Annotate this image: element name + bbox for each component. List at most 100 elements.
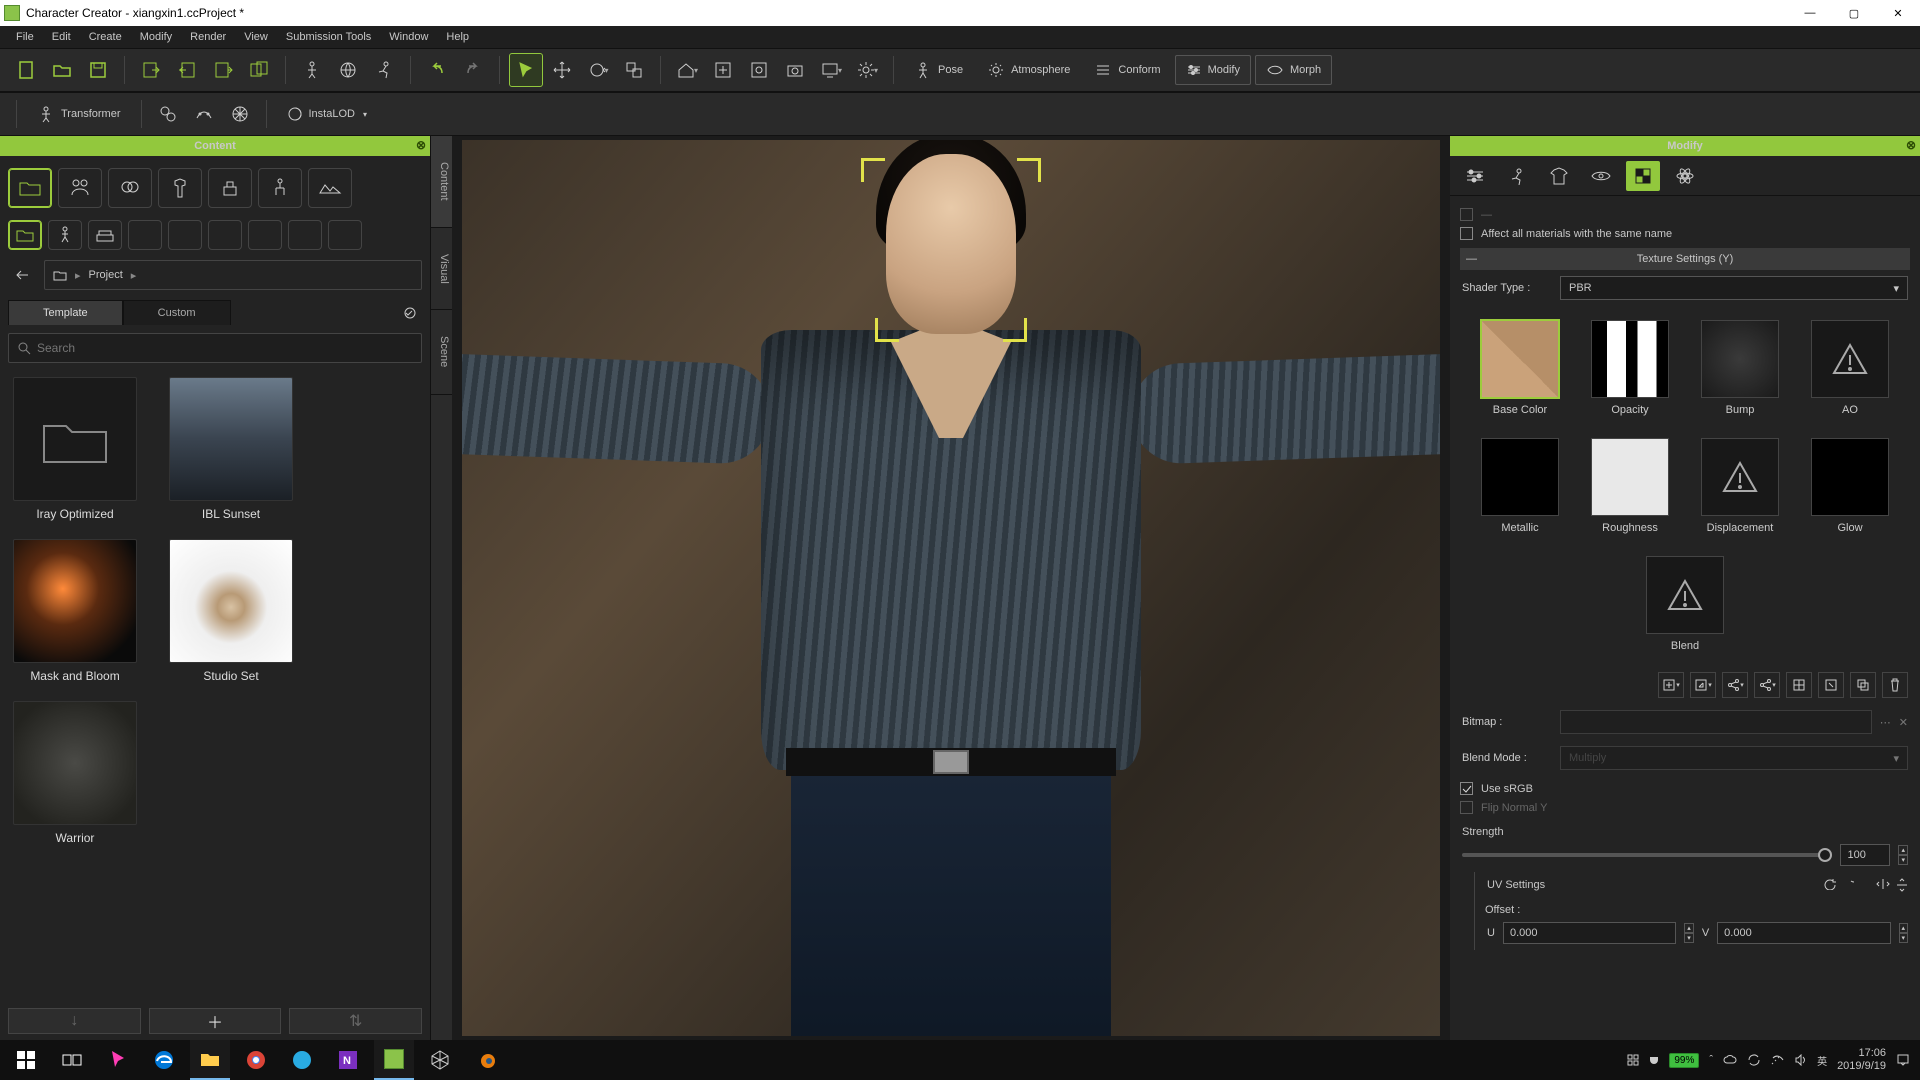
camera-button[interactable]	[779, 54, 811, 86]
list-item[interactable]: Mask and Bloom	[10, 539, 140, 683]
strength-value[interactable]: 100	[1840, 844, 1890, 866]
tex-export-icon[interactable]: ▾	[1690, 672, 1716, 698]
sub-empty5[interactable]	[288, 220, 322, 250]
tray-wifi-icon[interactable]	[1771, 1054, 1785, 1066]
tray-ime-icon[interactable]: 英	[1817, 1053, 1827, 1068]
tray-sync-icon[interactable]	[1747, 1054, 1761, 1066]
tex-ao[interactable]	[1811, 320, 1889, 398]
maximize-button[interactable]: ▢	[1832, 0, 1876, 26]
save-file-button[interactable]	[82, 54, 114, 86]
search-input[interactable]	[37, 341, 413, 355]
foot-down-icon[interactable]: ↓	[8, 1008, 141, 1034]
mtab-motion-icon[interactable]	[1500, 161, 1534, 191]
system-tray[interactable]: 99% ˆ 英 17:06 2019/9/19	[1627, 1047, 1914, 1073]
mesh-icon[interactable]	[224, 98, 256, 130]
list-item[interactable]: IBL Sunset	[166, 377, 296, 521]
menu-modify[interactable]: Modify	[132, 28, 180, 46]
open-file-button[interactable]	[46, 54, 78, 86]
rotate-tool[interactable]: ▾	[582, 54, 614, 86]
tray-cloud-icon[interactable]	[1723, 1054, 1737, 1066]
menu-view[interactable]: View	[236, 28, 276, 46]
cat-scene-icon[interactable]	[308, 168, 352, 208]
chk-srgb[interactable]: Use sRGB	[1460, 782, 1910, 795]
tex-glow[interactable]	[1811, 438, 1889, 516]
unity-icon[interactable]	[420, 1040, 460, 1080]
tex-adjust-icon[interactable]	[1818, 672, 1844, 698]
menu-file[interactable]: File	[8, 28, 42, 46]
onenote-icon[interactable]: N	[328, 1040, 368, 1080]
uv-flip-v-icon[interactable]	[1896, 878, 1908, 892]
tex-delete-icon[interactable]	[1882, 672, 1908, 698]
sub-empty6[interactable]	[328, 220, 362, 250]
vtab-content[interactable]: Content	[431, 136, 452, 228]
relink-icon[interactable]	[152, 98, 184, 130]
cat-avatar-icon[interactable]	[58, 168, 102, 208]
cat-cloth-icon[interactable]	[158, 168, 202, 208]
explorer-icon[interactable]	[190, 1040, 230, 1080]
v-up-icon[interactable]: ▴	[1899, 923, 1909, 933]
char-stand-icon[interactable]	[296, 54, 328, 86]
vtab-visual[interactable]: Visual	[431, 228, 452, 311]
texture-settings-header[interactable]: —Texture Settings (Y)	[1460, 248, 1910, 270]
chrome-icon[interactable]	[236, 1040, 276, 1080]
tex-metallic[interactable]	[1481, 438, 1559, 516]
tex-basecolor[interactable]	[1481, 320, 1559, 398]
sub-folder-icon[interactable]	[8, 220, 42, 250]
left-splitter[interactable]	[452, 136, 458, 1040]
batch-button[interactable]	[243, 54, 275, 86]
tex-opacity[interactable]	[1591, 320, 1669, 398]
vtab-scene[interactable]: Scene	[431, 310, 452, 394]
u-up-icon[interactable]: ▴	[1684, 923, 1694, 933]
list-item[interactable]: Studio Set	[166, 539, 296, 683]
blender-icon[interactable]	[466, 1040, 506, 1080]
foot-add-icon[interactable]: ＋	[149, 1008, 282, 1034]
cat-prop-icon[interactable]	[208, 168, 252, 208]
chk-affect-all[interactable]: Affect all materials with the same name	[1460, 227, 1910, 240]
content-close-icon[interactable]: ⊗	[416, 138, 426, 152]
tex-blend[interactable]	[1646, 556, 1724, 634]
tab-custom[interactable]: Custom	[123, 300, 231, 325]
app-blue-icon[interactable]	[282, 1040, 322, 1080]
close-button[interactable]: ✕	[1876, 0, 1920, 26]
mtab-texture-icon[interactable]	[1626, 161, 1660, 191]
tex-bump[interactable]	[1701, 320, 1779, 398]
viewport-3d[interactable]	[462, 140, 1440, 1036]
cursor-app-icon[interactable]	[98, 1040, 138, 1080]
home-button[interactable]: ▾	[671, 54, 703, 86]
tray-volume-icon[interactable]	[1795, 1054, 1807, 1066]
morph-button[interactable]: Morph	[1255, 55, 1332, 85]
uv-rot-l-icon[interactable]	[1824, 878, 1836, 892]
conform-button[interactable]: Conform	[1084, 55, 1170, 85]
mtab-shirt-icon[interactable]	[1542, 161, 1576, 191]
display-button[interactable]: ▾	[815, 54, 847, 86]
mtab-physics-icon[interactable]	[1668, 161, 1702, 191]
v-down-icon[interactable]: ▾	[1899, 933, 1909, 943]
taskbar-clock[interactable]: 17:06 2019/9/19	[1837, 1047, 1886, 1073]
strength-slider[interactable]	[1462, 853, 1832, 857]
menu-window[interactable]: Window	[381, 28, 436, 46]
strength-down-icon[interactable]: ▾	[1898, 855, 1908, 865]
sub-empty1[interactable]	[128, 220, 162, 250]
scale-tool[interactable]	[618, 54, 650, 86]
start-button[interactable]	[6, 1040, 46, 1080]
tray-notify-icon[interactable]	[1896, 1053, 1910, 1067]
offset-u[interactable]: 0.000	[1503, 922, 1676, 944]
cat-rig-icon[interactable]	[258, 168, 302, 208]
zoom-sel-button[interactable]	[743, 54, 775, 86]
redo-button[interactable]	[457, 54, 489, 86]
uv-rot-r-icon[interactable]	[1842, 878, 1854, 892]
back-icon[interactable]	[8, 260, 38, 290]
offset-v[interactable]: 0.000	[1717, 922, 1890, 944]
menu-submission[interactable]: Submission Tools	[278, 28, 379, 46]
tex-share-icon[interactable]: ▾	[1722, 672, 1748, 698]
modify-close-icon[interactable]: ⊗	[1906, 138, 1916, 152]
modify-button[interactable]: Modify	[1175, 55, 1251, 85]
transformer-button[interactable]: Transformer	[27, 99, 131, 129]
sub-stage-icon[interactable]	[88, 220, 122, 250]
tex-import-icon[interactable]: ▾	[1658, 672, 1684, 698]
move-tool[interactable]	[546, 54, 578, 86]
sub-empty4[interactable]	[248, 220, 282, 250]
menu-help[interactable]: Help	[438, 28, 477, 46]
instalod-button[interactable]: InstaLOD▾	[277, 99, 377, 129]
mtab-eye-icon[interactable]	[1584, 161, 1618, 191]
